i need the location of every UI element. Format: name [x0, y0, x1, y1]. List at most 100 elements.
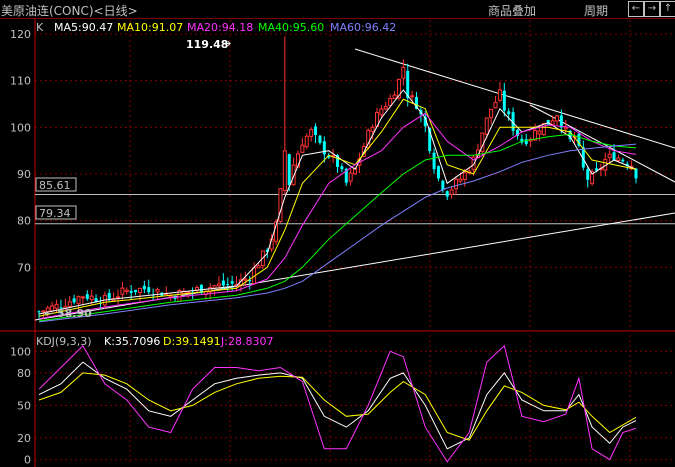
y-tick-label-110: 110: [10, 75, 31, 88]
candle-body: [436, 166, 440, 179]
candle-body: [634, 168, 638, 179]
candle-body: [76, 296, 81, 305]
candle-body: [379, 108, 384, 116]
candle-body: [278, 188, 283, 222]
candle-body: [322, 141, 326, 155]
candle-body: [300, 144, 305, 153]
candle-body: [484, 117, 489, 135]
low-annotation: 58.90: [57, 307, 92, 320]
candle-body: [137, 287, 142, 294]
candle-body: [458, 178, 463, 182]
trendline-lower: [34, 212, 675, 321]
candle-body: [502, 90, 506, 111]
candle-body: [120, 287, 125, 295]
candle-body: [85, 294, 89, 299]
candle-body: [441, 180, 445, 190]
candle-body: [493, 101, 498, 109]
candle-body: [134, 289, 138, 293]
candle-body: [607, 153, 612, 159]
legend-ma10: MA10:91.07: [117, 21, 183, 34]
candle-body: [586, 169, 590, 180]
legend-k: K: [36, 21, 44, 34]
candle-body: [392, 94, 397, 100]
candle-body: [80, 296, 85, 299]
nav-up-icon[interactable]: ↑: [660, 1, 675, 17]
legend-ma5: MA5:90.47: [54, 21, 113, 34]
candle-body: [256, 265, 261, 269]
candle-body: [142, 285, 146, 290]
legend-ma40: MA40:95.60: [258, 21, 324, 34]
candle-body: [497, 89, 502, 101]
chart-canvas[interactable]: 70 80 90 100 110 120 0 20 50 80 100 K MA5:90.47 MA…: [0, 0, 675, 467]
period-button[interactable]: 周期: [584, 2, 608, 19]
kdj-tick-label-20: 20: [17, 432, 31, 445]
candle-body: [612, 152, 616, 161]
candle-body: [221, 280, 225, 286]
legend-ma60: MA60:96.42: [330, 21, 396, 34]
main-grid: [0, 18, 675, 467]
kdj-d-value: D:39.1491: [163, 335, 221, 348]
candle-body: [216, 283, 221, 287]
axis-labels: 70 80 90 100 110 120 0 20 50 80 100: [10, 28, 31, 467]
candle-body: [155, 288, 160, 293]
candle-body: [287, 154, 291, 186]
page-title: 美原油连(CONC)<日线>: [1, 4, 138, 18]
legend-ma20: MA20:94.18: [187, 21, 253, 34]
candle-body: [226, 284, 230, 286]
candle-body: [72, 298, 76, 303]
candle-body: [489, 108, 494, 119]
candle-body: [314, 126, 318, 136]
candle-body: [37, 311, 41, 313]
candle-body: [388, 97, 393, 107]
y-tick-label-80: 80: [17, 215, 31, 228]
candle-body: [432, 152, 436, 170]
candle-body: [454, 178, 459, 190]
kdj-name: KDJ(9,3,3): [36, 335, 92, 348]
candle-body: [445, 191, 449, 197]
candle-body: [410, 95, 415, 98]
nav-left-icon[interactable]: ←: [628, 1, 644, 17]
kdj-j-value: J:28.8307: [220, 335, 273, 348]
candle-body: [340, 166, 344, 170]
candle-body: [147, 287, 151, 293]
candle-body: [129, 290, 133, 294]
candle-body: [370, 126, 375, 132]
candle-body: [309, 129, 314, 137]
candle-body: [616, 157, 621, 161]
candle-body: [243, 278, 248, 281]
kdj-tick-label-0: 0: [24, 454, 31, 467]
title-bar: 美原油连(CONC)<日线> 商品叠加 周期 ← → ↑: [0, 0, 675, 19]
candle-body: [116, 296, 121, 299]
candle-body: [348, 172, 353, 182]
y-tick-label-70: 70: [17, 261, 31, 274]
candle-body: [537, 130, 542, 135]
trendlines: [34, 48, 675, 321]
ma-line-ma20: [38, 112, 637, 320]
y-tick-label-90: 90: [17, 168, 31, 181]
kdj-tick-label-80: 80: [17, 367, 31, 380]
y-tick-label-100: 100: [10, 121, 31, 134]
kdj-line-d: [38, 372, 637, 441]
candle-body: [107, 292, 111, 299]
candle-body: [401, 66, 406, 79]
y-tick-label-120: 120: [10, 28, 31, 41]
kdj-grid: [35, 335, 675, 465]
level2-label: 79.34: [39, 207, 71, 220]
kdj-k-value: K:35.7096: [104, 335, 160, 348]
kdj-tick-label-100: 100: [10, 345, 31, 358]
candle-body: [563, 126, 568, 130]
candle-body: [318, 135, 322, 143]
high-arrow-icon: →: [222, 37, 231, 50]
nav-right-icon[interactable]: →: [644, 1, 660, 17]
candle-body: [559, 115, 563, 128]
candle-body: [304, 135, 309, 148]
candle-body: [282, 150, 287, 191]
candle-body: [230, 281, 234, 284]
ma-line-ma5: [38, 89, 637, 315]
candle-body: [67, 301, 72, 307]
kdj-tick-label-50: 50: [17, 399, 31, 412]
candle-body: [621, 159, 625, 162]
candle-body: [462, 172, 467, 181]
candle-body: [507, 111, 511, 115]
overlay-commodity-button[interactable]: 商品叠加: [488, 2, 536, 19]
